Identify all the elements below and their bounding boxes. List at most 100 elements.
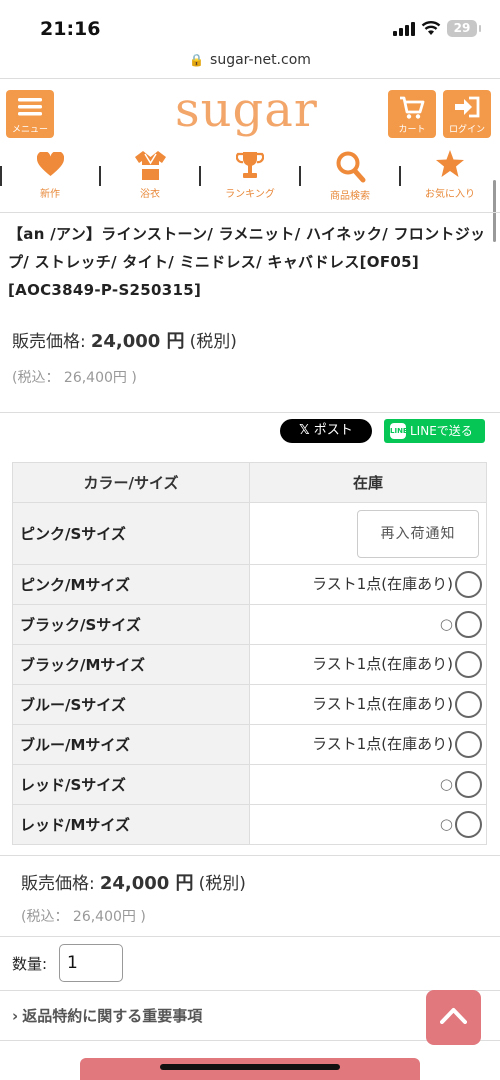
restock-notify-button[interactable]: 再入荷通知 xyxy=(357,509,479,558)
scrollbar[interactable] xyxy=(493,180,496,242)
nav-divider xyxy=(299,166,301,186)
battery-indicator: 29 xyxy=(447,20,481,37)
wifi-icon xyxy=(421,21,441,35)
nav-label: ランキング xyxy=(225,189,275,200)
hamburger-icon xyxy=(18,98,42,116)
chevron-right-icon: › xyxy=(12,1007,19,1025)
variant-name: ブルー/Mサイズ xyxy=(12,724,250,765)
site-logo[interactable]: sugar xyxy=(175,82,318,138)
price-block-bottom: 販売価格: 24,000 円 (税別) xyxy=(21,869,246,895)
price-label: 販売価格: xyxy=(12,332,86,352)
divider xyxy=(0,936,500,937)
divider xyxy=(0,78,500,79)
price-block: 販売価格: 24,000 円 (税別) xyxy=(12,327,237,353)
trophy-icon xyxy=(236,152,264,178)
stock-cell: ラスト1点(在庫あり) xyxy=(249,724,487,765)
price-note: (税別) xyxy=(198,874,246,894)
returns-label: 返品特約に関する重要事項 xyxy=(22,1007,203,1025)
stock-status: ラスト1点(在庫あり) xyxy=(312,695,453,713)
variant-radio[interactable] xyxy=(455,771,482,798)
variant-radio[interactable] xyxy=(455,611,482,638)
line-share-button[interactable]: LINE LINEで送る xyxy=(384,419,485,443)
x-post-button[interactable]: 𝕏 ポスト xyxy=(280,419,372,443)
x-post-label: ポスト xyxy=(313,423,353,438)
variant-name: ブラック/Mサイズ xyxy=(12,644,250,685)
stock-cell: ラスト1点(在庫あり) xyxy=(249,684,487,725)
variant-name: レッド/Sサイズ xyxy=(12,764,250,805)
variant-name: ブルー/Sサイズ xyxy=(12,684,250,725)
status-bar: 21:16 29 xyxy=(0,0,500,50)
stock-cell: ラスト1点(在庫あり) xyxy=(249,564,487,605)
returns-policy-link[interactable]: › 返品特約に関する重要事項 xyxy=(12,1005,202,1026)
table-row: ピンク/Mサイズ ラスト1点(在庫あり) xyxy=(12,564,487,605)
status-time: 21:16 xyxy=(40,18,101,40)
line-icon: LINE xyxy=(390,423,408,439)
table-row: ブルー/Sサイズ ラスト1点(在庫あり) xyxy=(12,684,487,725)
stock-cell: 再入荷通知 xyxy=(249,502,487,565)
scroll-to-top-button[interactable] xyxy=(426,990,481,1045)
tax-label: (税込： xyxy=(21,909,69,925)
nav-item-ranking[interactable]: ランキング xyxy=(200,148,300,203)
home-indicator xyxy=(160,1064,340,1070)
table-row: ピンク/Sサイズ 再入荷通知 xyxy=(12,502,487,565)
tax-close: ) xyxy=(131,370,137,386)
variant-name: ブラック/Sサイズ xyxy=(12,604,250,645)
price-value: 24,000 円 xyxy=(90,331,185,352)
nav-item-favorites[interactable]: お気に入り xyxy=(400,148,500,203)
tax-value: 26,400円 xyxy=(72,909,136,925)
column-header: カラー/サイズ xyxy=(12,462,250,503)
lock-icon: 🔒 xyxy=(189,53,205,67)
nav-label: お気に入り xyxy=(425,189,475,200)
stock-cell: ○ xyxy=(249,604,487,645)
tax-label: (税込： xyxy=(12,370,60,386)
star-icon xyxy=(436,150,464,177)
variant-name: レッド/Mサイズ xyxy=(12,804,250,845)
search-icon xyxy=(336,151,366,183)
cart-icon xyxy=(400,96,425,119)
nav-item-yukata[interactable]: 浴衣 xyxy=(100,148,200,203)
variant-radio[interactable] xyxy=(455,571,482,598)
tax-value: 26,400円 xyxy=(63,370,127,386)
tax-close: ) xyxy=(140,909,146,925)
table-row: ブラック/Sサイズ ○ xyxy=(12,604,487,645)
nav-divider xyxy=(199,166,201,186)
table-row: レッド/Sサイズ ○ xyxy=(12,764,487,805)
divider xyxy=(0,990,500,991)
cart-button[interactable]: カート xyxy=(388,90,436,138)
address-bar[interactable]: 🔒 sugar-net.com xyxy=(0,52,500,68)
stock-cell: ○ xyxy=(249,804,487,845)
table-row: ブラック/Mサイズ ラスト1点(在庫あり) xyxy=(12,644,487,685)
stock-cell: ○ xyxy=(249,764,487,805)
url-text: sugar-net.com xyxy=(210,52,311,68)
nav-label: 浴衣 xyxy=(140,189,160,200)
variant-radio[interactable] xyxy=(455,811,482,838)
stock-cell: ラスト1点(在庫あり) xyxy=(249,644,487,685)
login-label: ログイン xyxy=(448,125,485,135)
variant-radio[interactable] xyxy=(455,651,482,678)
stock-status: ○ xyxy=(439,775,453,793)
line-label: LINEで送る xyxy=(410,424,473,438)
nav-divider xyxy=(0,166,2,186)
stock-table: カラー/サイズ 在庫 ピンク/Sサイズ 再入荷通知 ピンク/Mサイズ ラスト1点… xyxy=(12,462,487,845)
column-header: 在庫 xyxy=(249,462,487,503)
menu-button[interactable]: メニュー xyxy=(6,90,54,138)
x-icon: 𝕏 xyxy=(299,423,310,438)
stock-status: ○ xyxy=(439,615,453,633)
login-button[interactable]: ログイン xyxy=(443,90,491,138)
nav-item-search[interactable]: 商品検索 xyxy=(300,148,400,203)
quantity-input[interactable] xyxy=(59,944,123,982)
variant-radio[interactable] xyxy=(455,691,482,718)
login-icon xyxy=(455,96,480,118)
nav-label: 商品検索 xyxy=(330,191,370,202)
stock-status: ラスト1点(在庫あり) xyxy=(312,655,453,673)
divider xyxy=(0,855,500,856)
variant-radio[interactable] xyxy=(455,731,482,758)
nav-item-new[interactable]: 新作 xyxy=(0,148,100,203)
table-row: ブルー/Mサイズ ラスト1点(在庫あり) xyxy=(12,724,487,765)
stock-status: ラスト1点(在庫あり) xyxy=(312,735,453,753)
variant-name: ピンク/Sサイズ xyxy=(12,502,250,565)
quantity-label: 数量: xyxy=(12,955,48,973)
nav-label: 新作 xyxy=(40,189,60,200)
divider xyxy=(0,1040,500,1041)
table-header-row: カラー/サイズ 在庫 xyxy=(12,462,487,503)
